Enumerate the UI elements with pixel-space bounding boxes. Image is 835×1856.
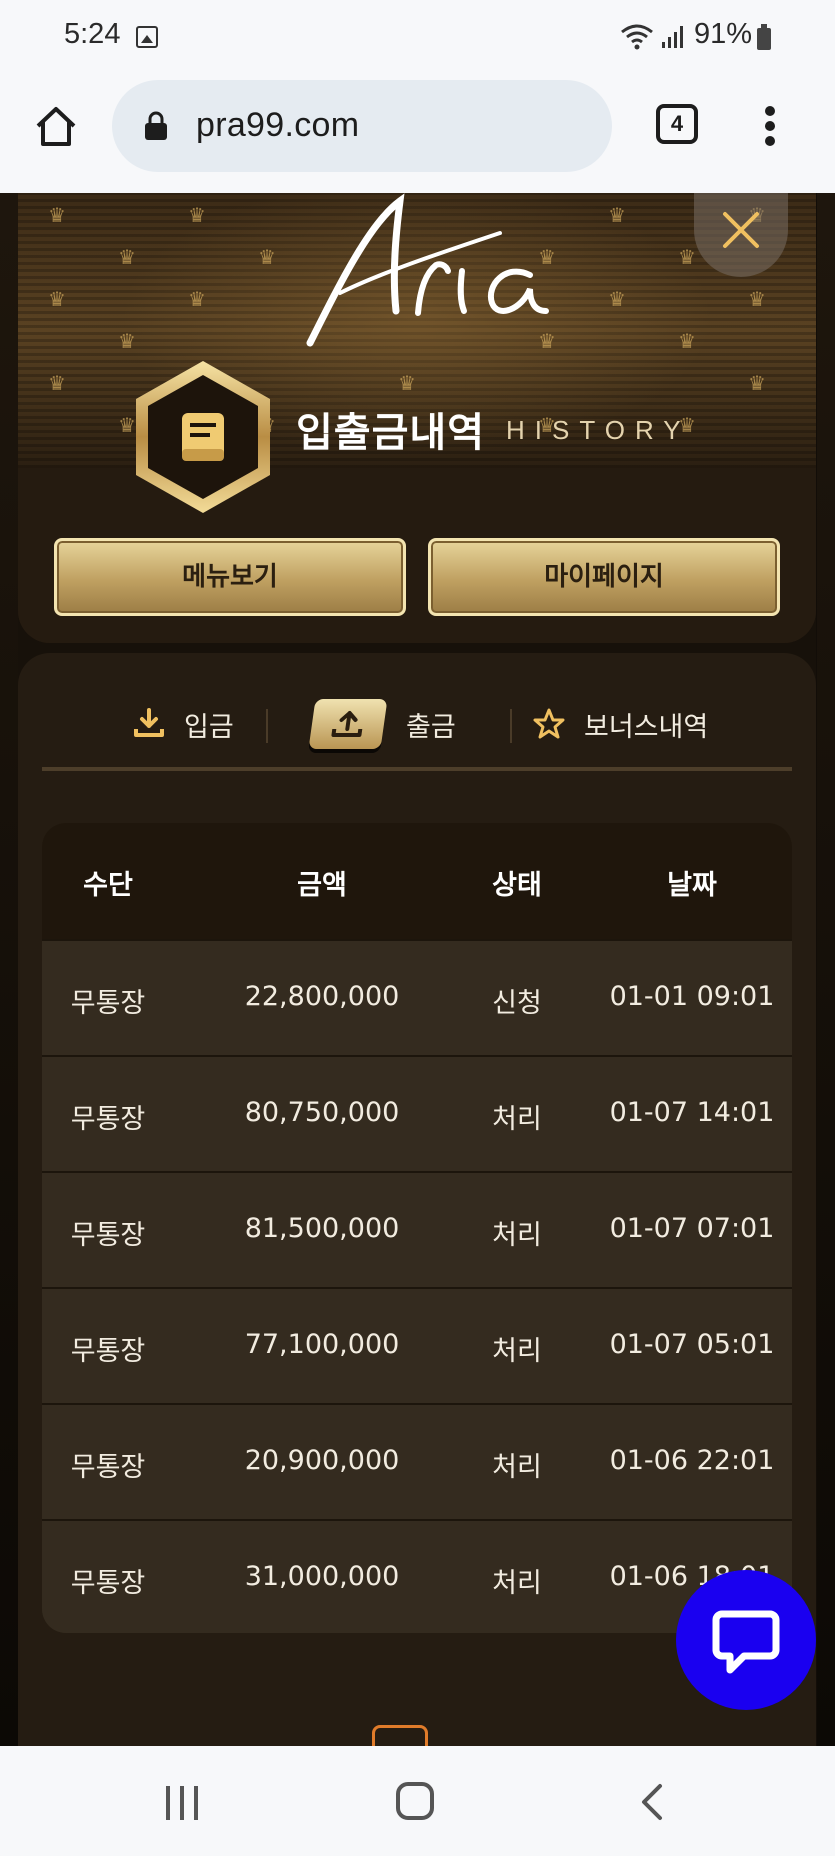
row-amount: 80,750,000 <box>244 1097 400 1128</box>
status-bar: 5:24 91% <box>0 0 835 76</box>
header-panel: ♛ ♛ ♛ ♛ ♛ ♛ ♛ ♛ ♛ ♛ ♛ ♛ ♛ ♛ ♛ ♛ ♛ ♛ ♛ ♛ <box>18 193 816 643</box>
tab-label: 보너스내역 <box>584 711 709 743</box>
history-content-panel: 입금 출금 보너스내역 수단 금액 상태 날짜 무통장 22,800,000 신… <box>18 653 816 1746</box>
crown-icon: ♛ <box>608 287 626 311</box>
lock-icon <box>145 111 167 140</box>
row-status: 처리 <box>492 1568 542 1599</box>
row-method: 무통장 <box>70 1336 146 1367</box>
row-status: 처리 <box>492 1104 542 1135</box>
row-method: 무통장 <box>70 1452 146 1483</box>
table-row: 무통장 81,500,000 처리 01-07 07:01 <box>42 1171 792 1287</box>
page-title: 입출금내역 <box>296 410 485 456</box>
crown-icon: ♛ <box>118 245 136 269</box>
menu-button[interactable]: 메뉴보기 <box>54 538 406 616</box>
download-icon <box>134 708 164 737</box>
row-status: 처리 <box>492 1220 542 1251</box>
tab-deposit[interactable]: 입금 <box>132 689 234 759</box>
background-right <box>817 193 835 1746</box>
row-date: 01-01 09:01 <box>609 981 775 1012</box>
history-badge-icon <box>136 361 270 513</box>
row-method: 무통장 <box>70 1104 146 1135</box>
tab-switcher-button[interactable]: 4 <box>656 104 698 144</box>
browser-toolbar: pra99.com 4 <box>0 76 835 193</box>
tab-bonus[interactable]: 보너스내역 <box>532 689 708 759</box>
history-tabs: 입금 출금 보너스내역 <box>42 689 792 759</box>
row-amount: 77,100,000 <box>244 1329 400 1360</box>
column-header-status: 상태 <box>492 870 542 901</box>
crown-icon: ♛ <box>678 245 696 269</box>
live-chat-button[interactable] <box>676 1570 816 1710</box>
table-row: 무통장 22,800,000 신청 01-01 09:01 <box>42 939 792 1055</box>
row-date: 01-07 05:01 <box>609 1329 775 1360</box>
pagination-current[interactable] <box>372 1725 428 1746</box>
column-header-amount: 금액 <box>297 870 347 901</box>
tab-label: 출금 <box>406 711 456 743</box>
row-method: 무통장 <box>70 1220 146 1251</box>
row-date: 01-07 07:01 <box>609 1213 775 1244</box>
tab-divider <box>266 709 268 743</box>
row-amount: 20,900,000 <box>244 1445 400 1476</box>
crown-icon: ♛ <box>118 329 136 353</box>
home-icon[interactable] <box>32 102 80 150</box>
tab-divider <box>510 709 512 743</box>
row-method: 무통장 <box>70 1568 146 1599</box>
crown-icon: ♛ <box>258 245 276 269</box>
url-text: pra99.com <box>196 106 360 144</box>
crown-icon: ♛ <box>608 203 626 227</box>
crown-icon: ♛ <box>48 371 66 395</box>
history-modal: ♛ ♛ ♛ ♛ ♛ ♛ ♛ ♛ ♛ ♛ ♛ ♛ ♛ ♛ ♛ ♛ ♛ ♛ ♛ ♛ <box>18 193 816 1746</box>
crown-icon: ♛ <box>748 371 766 395</box>
row-status: 신청 <box>492 988 542 1019</box>
nav-home-icon[interactable] <box>396 1782 434 1820</box>
page-subtitle: HISTORY <box>506 415 691 445</box>
star-icon <box>533 708 565 739</box>
upload-icon-box <box>308 699 388 749</box>
wifi-icon <box>621 24 653 50</box>
row-status: 처리 <box>492 1336 542 1367</box>
crown-icon: ♛ <box>748 287 766 311</box>
row-date: 01-07 14:01 <box>609 1097 775 1128</box>
system-nav-bar <box>0 1746 835 1856</box>
signal-icon <box>662 26 683 48</box>
history-table: 수단 금액 상태 날짜 무통장 22,800,000 신청 01-01 09:0… <box>42 823 792 1633</box>
upload-icon <box>331 711 363 737</box>
status-time: 5:24 <box>64 18 121 50</box>
recent-apps-icon[interactable] <box>164 1786 200 1820</box>
tabs-underline <box>42 767 792 771</box>
row-status: 처리 <box>492 1452 542 1483</box>
crown-icon: ♛ <box>398 371 416 395</box>
row-date: 01-06 22:01 <box>609 1445 775 1476</box>
more-menu-icon[interactable] <box>756 106 784 146</box>
aria-logo <box>306 193 549 347</box>
background-left <box>0 193 20 1746</box>
table-row: 무통장 80,750,000 처리 01-07 14:01 <box>42 1055 792 1171</box>
crown-icon: ♛ <box>188 203 206 227</box>
row-amount: 31,000,000 <box>244 1561 400 1592</box>
table-row: 무통장 77,100,000 처리 01-07 05:01 <box>42 1287 792 1403</box>
row-method: 무통장 <box>70 988 146 1019</box>
photo-icon <box>136 26 158 48</box>
tab-label: 입금 <box>184 711 234 743</box>
crown-icon: ♛ <box>48 203 66 227</box>
crown-icon: ♛ <box>48 287 66 311</box>
table-header: 수단 금액 상태 날짜 <box>42 823 792 939</box>
tab-withdraw[interactable]: 출금 <box>308 689 456 759</box>
column-header-method: 수단 <box>83 870 133 901</box>
mypage-button[interactable]: 마이페이지 <box>428 538 780 616</box>
column-header-date: 날짜 <box>667 870 717 901</box>
row-amount: 22,800,000 <box>244 981 400 1012</box>
battery-icon <box>757 24 771 50</box>
crown-icon: ♛ <box>188 287 206 311</box>
table-row: 무통장 20,900,000 처리 01-06 22:01 <box>42 1403 792 1519</box>
address-bar[interactable]: pra99.com <box>112 80 612 172</box>
battery-percent: 91% <box>694 18 753 50</box>
crown-icon: ♛ <box>678 329 696 353</box>
back-icon[interactable] <box>638 1782 664 1822</box>
close-icon <box>723 212 759 248</box>
page-content: ♛ ♛ ♛ ♛ ♛ ♛ ♛ ♛ ♛ ♛ ♛ ♛ ♛ ♛ ♛ ♛ ♛ ♛ ♛ ♛ <box>0 193 835 1746</box>
chat-bubble-icon <box>712 1610 780 1674</box>
row-amount: 81,500,000 <box>244 1213 400 1244</box>
